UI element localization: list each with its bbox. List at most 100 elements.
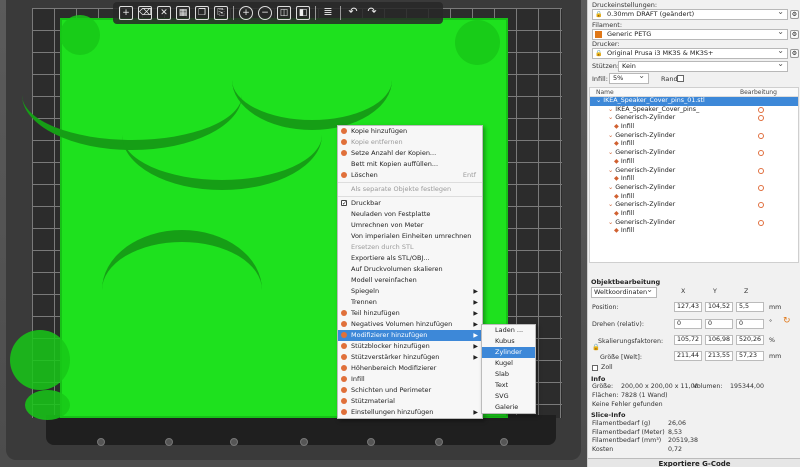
submenu-item[interactable]: Galerie	[482, 402, 535, 413]
context-menu-item[interactable]: Setze Anzahl der Kopien...	[338, 148, 482, 159]
settings-icon[interactable]	[758, 150, 764, 157]
cylinder-pin[interactable]	[25, 390, 70, 420]
cylinder-pin[interactable]	[455, 20, 500, 65]
rotate-x-input[interactable]: 0	[674, 319, 702, 329]
paste-icon[interactable]: ⎘	[214, 6, 228, 20]
export-gcode-button[interactable]: Exportiere G-Code	[588, 458, 800, 467]
context-menu-item[interactable]: Bett mit Kopien auffüllen...	[338, 159, 482, 170]
inch-checkbox[interactable]	[592, 365, 598, 371]
tree-item-setting[interactable]: ◆ Infill	[590, 227, 798, 236]
size-y-input[interactable]: 213,55	[705, 351, 733, 361]
tree-item[interactable]: ⌄ Generisch-Zylinder	[590, 114, 798, 123]
rotate-y-input[interactable]: 0	[705, 319, 733, 329]
submenu-item[interactable]: Kubus	[482, 336, 535, 347]
tree-item[interactable]: ⌄ Generisch-Zylinder	[590, 184, 798, 193]
delete-icon[interactable]: ⌫	[138, 6, 152, 20]
context-menu-item[interactable]: Auf Druckvolumen skalieren	[338, 264, 482, 275]
context-menu-item[interactable]: Modell vereinfachen	[338, 275, 482, 286]
rotate-z-input[interactable]: 0	[736, 319, 764, 329]
gear-icon[interactable]: ⚙	[790, 49, 799, 58]
context-menu-item[interactable]: Negatives Volumen hinzufügen ▶	[338, 319, 482, 330]
tree-item-setting[interactable]: ◆ Infill	[590, 158, 798, 167]
settings-icon[interactable]	[758, 167, 764, 174]
context-menu-item[interactable]: Spiegeln ▶	[338, 286, 482, 297]
context-menu-item[interactable]: Kopie hinzufügen	[338, 126, 482, 137]
tree-item-setting[interactable]: ◆ Infill	[590, 123, 798, 132]
coord-system-select[interactable]: Weltkoordinaten	[591, 285, 657, 298]
scale-x-input[interactable]: 105,72	[674, 335, 702, 345]
context-menu-item[interactable]: Stützverstärker hinzufügen ▶	[338, 352, 482, 363]
scale-y-input[interactable]: 106,98	[705, 335, 733, 345]
menu-item-icon	[341, 150, 347, 156]
scale-z-input[interactable]: 520,26	[736, 335, 764, 345]
context-menu-item[interactable]: Höhenbereich Modifizierer	[338, 363, 482, 374]
tree-item[interactable]: ⌄ IKEA_Speaker_Cover_pins_	[590, 106, 798, 115]
tree-item-label: Infill	[620, 175, 635, 183]
reset-rotation-icon[interactable]: ↻	[783, 316, 791, 326]
brim-checkbox[interactable]	[677, 75, 684, 82]
tree-item[interactable]: ⌄ Generisch-Zylinder	[590, 149, 798, 158]
filament-select[interactable]: Generic PETG	[592, 27, 788, 40]
settings-icon[interactable]	[758, 202, 764, 209]
menu-item-label: Als separate Objekte festlegen	[351, 185, 452, 193]
remove-instance-icon[interactable]: −	[258, 6, 272, 20]
cylinder-pin[interactable]	[60, 15, 100, 55]
settings-icon[interactable]	[758, 115, 764, 122]
context-menu-item[interactable]: Infill	[338, 374, 482, 385]
context-menu-item[interactable]: Umrechnen von Meter	[338, 220, 482, 231]
context-menu-item[interactable]: Einstellungen hinzufügen ▶	[338, 407, 482, 418]
submenu-item[interactable]: SVG	[482, 391, 535, 402]
settings-icon[interactable]	[758, 106, 764, 113]
layers-icon[interactable]: ≣	[321, 6, 335, 20]
gear-icon[interactable]: ⚙	[790, 30, 799, 39]
submenu-item[interactable]: Kugel	[482, 358, 535, 369]
gear-icon[interactable]: ⚙	[790, 10, 799, 19]
add-instance-icon[interactable]: +	[239, 6, 253, 20]
context-menu-item[interactable]: Modifizierer hinzufügen ▶	[338, 330, 482, 341]
size-x-input[interactable]: 211,44	[674, 351, 702, 361]
cylinder-pin[interactable]	[10, 330, 70, 390]
submenu-item[interactable]: Text	[482, 380, 535, 391]
context-menu-item[interactable]: Stützmaterial	[338, 396, 482, 407]
tree-item-setting[interactable]: ◆ Infill	[590, 210, 798, 219]
context-menu-item[interactable]: Neuladen von Festplatte	[338, 209, 482, 220]
context-menu-item[interactable]: Trennen ▶	[338, 297, 482, 308]
print-settings-select[interactable]: 🔒 0.30mm DRAFT (geändert)	[592, 7, 788, 20]
split-objects-icon[interactable]: ◫	[277, 6, 291, 20]
lock-icon[interactable]: 🔒	[592, 343, 600, 351]
arrange-icon[interactable]: ▦	[176, 6, 190, 20]
printer-select[interactable]: 🔒 Original Prusa i3 MK3S & MK3S+	[592, 46, 788, 59]
tree-item-setting[interactable]: ◆ Infill	[590, 140, 798, 149]
submenu-item[interactable]: Slab	[482, 369, 535, 380]
undo-icon[interactable]: ↶	[346, 6, 360, 20]
context-menu-item[interactable]: Exportiere als STL/OBJ...	[338, 253, 482, 264]
size-z-input[interactable]: 57,23	[736, 351, 764, 361]
tree-item[interactable]: ⌄ Generisch-Zylinder	[590, 167, 798, 176]
tree-item[interactable]: ⌄ Generisch-Zylinder	[590, 219, 798, 228]
context-menu-item[interactable]: Teil hinzufügen ▶	[338, 308, 482, 319]
context-menu-item[interactable]: Stützblocker hinzufügen ▶	[338, 341, 482, 352]
redo-icon[interactable]: ↷	[365, 6, 379, 20]
submenu-item[interactable]: Zylinder	[482, 347, 535, 358]
position-x-input[interactable]: 127,43	[674, 302, 702, 312]
context-menu-item[interactable]: Löschen Entf	[338, 170, 482, 181]
tree-item[interactable]: ⌄ Generisch-Zylinder	[590, 201, 798, 210]
position-z-input[interactable]: 5,5	[736, 302, 764, 312]
tree-item[interactable]: ⌄ Generisch-Zylinder	[590, 132, 798, 141]
submenu-item[interactable]: Laden ...	[482, 325, 535, 336]
tree-item-setting[interactable]: ◆ Infill	[590, 193, 798, 202]
copy-icon[interactable]: ❐	[195, 6, 209, 20]
add-icon[interactable]: +	[119, 6, 133, 20]
tree-item-setting[interactable]: ◆ Infill	[590, 175, 798, 184]
context-menu-item[interactable]: Von imperialen Einheiten umrechnen	[338, 231, 482, 242]
context-menu-item[interactable]: Schichten und Perimeter	[338, 385, 482, 396]
infill-select[interactable]: 5%	[609, 71, 649, 84]
position-y-input[interactable]: 104,52	[705, 302, 733, 312]
split-parts-icon[interactable]: ◧	[296, 6, 310, 20]
settings-icon[interactable]	[758, 184, 764, 191]
context-menu-item[interactable]: Druckbar	[338, 198, 482, 209]
delete-all-icon[interactable]: ✕	[157, 6, 171, 20]
settings-icon[interactable]	[758, 219, 764, 226]
settings-icon[interactable]	[758, 132, 764, 139]
tree-item[interactable]: ⌄ IKEA_Speaker_Cover_pins_01.stl	[590, 97, 798, 106]
